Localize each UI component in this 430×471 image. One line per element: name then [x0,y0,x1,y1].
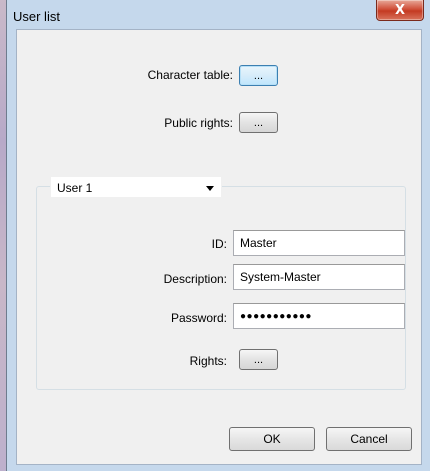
window-title: User list [13,9,60,24]
password-label: Password: [170,311,227,325]
id-label: ID: [211,237,227,251]
description-field[interactable] [233,264,405,290]
user-selector-dropdown[interactable]: User 1 [50,176,222,198]
close-button[interactable]: X [376,0,424,21]
user-selector-value: User 1 [57,181,93,195]
dialog-client-area: Character table: ... Public rights: ... … [16,29,422,465]
ok-button-label: OK [263,432,281,446]
character-table-label: Character table: [147,68,233,82]
character-table-button-label: ... [253,69,264,82]
public-rights-label: Public rights: [164,116,233,130]
rights-label: Rights: [189,354,227,368]
public-rights-button[interactable]: ... [239,112,278,133]
chevron-down-icon [206,186,214,191]
password-value: ●●●●●●●●●●● [240,310,312,322]
public-rights-button-label: ... [253,116,264,129]
id-field[interactable] [233,230,405,256]
character-table-button[interactable]: ... [239,65,278,86]
cancel-button[interactable]: Cancel [326,427,412,451]
rights-button-label: ... [253,353,264,366]
password-field[interactable]: ●●●●●●●●●●● [233,303,405,329]
rights-button[interactable]: ... [239,349,278,370]
cancel-button-label: Cancel [350,432,388,446]
user-list-dialog: User list X Character table: ... Public … [6,0,430,471]
description-label: Description: [163,272,227,286]
ok-button[interactable]: OK [229,427,315,451]
title-bar[interactable]: User list X [7,0,430,28]
close-icon: X [394,2,406,18]
